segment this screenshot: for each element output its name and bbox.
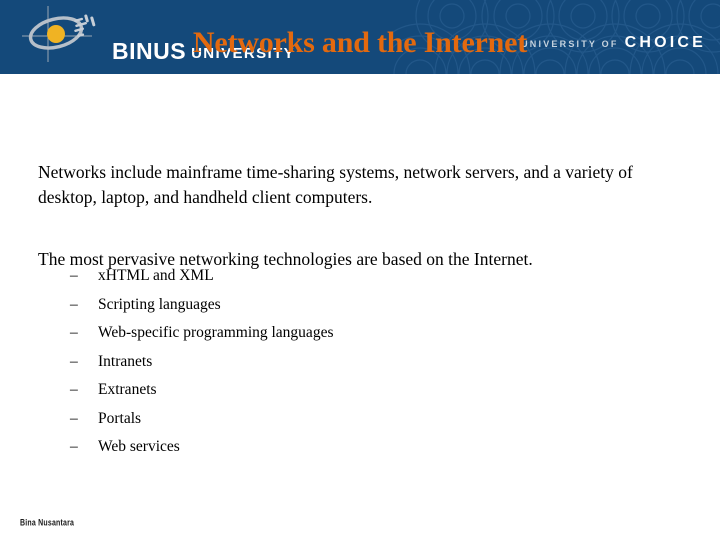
bullet-dash-icon: – bbox=[70, 352, 78, 370]
slide-body: Networks include mainframe time-sharing … bbox=[0, 74, 720, 540]
list-item: – Web-specific programming languages bbox=[70, 319, 670, 348]
slide-header-banner: BINUS UNIVERSITY UNIVERSITY OF CHOICE Netw… bbox=[0, 0, 720, 74]
bullet-dash-icon: – bbox=[70, 324, 78, 341]
footer-note: Bina Nusantara bbox=[20, 519, 75, 528]
list-item-label: Web services bbox=[98, 438, 180, 455]
list-item-label: Web-specific programming languages bbox=[98, 324, 334, 341]
list-item: – Portals bbox=[70, 405, 670, 434]
paragraph-networks-include: Networks include mainframe time-sharing … bbox=[38, 161, 633, 207]
bullet-dash-icon: – bbox=[70, 438, 78, 455]
list-item-label: Scripting languages bbox=[98, 295, 221, 313]
list-item-label: xHTML and XML bbox=[98, 267, 214, 284]
bullet-dash-icon: – bbox=[70, 381, 78, 398]
list-item: – Intranets bbox=[70, 348, 670, 377]
list-item-label: Portals bbox=[98, 409, 142, 427]
bullet-dash-icon: – bbox=[70, 267, 78, 284]
list-item: – xHTML and XML bbox=[70, 262, 670, 291]
bullet-dash-icon: – bbox=[70, 295, 78, 313]
technology-bullet-list: – xHTML and XML – Scripting languages – … bbox=[70, 262, 670, 462]
list-item-label: Extranets bbox=[98, 381, 157, 398]
list-item: – Extranets bbox=[70, 376, 670, 405]
list-item-label: Intranets bbox=[98, 352, 153, 370]
bullet-dash-icon: – bbox=[70, 409, 78, 427]
list-item: – Scripting languages bbox=[70, 291, 670, 320]
slide-title: Networks and the Internet bbox=[192, 26, 528, 59]
list-item: – Web services bbox=[70, 433, 670, 462]
